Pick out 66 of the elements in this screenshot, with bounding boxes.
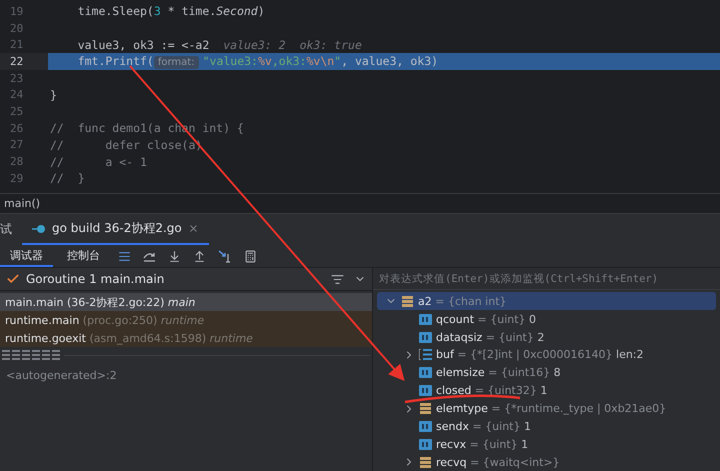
calculator-icon[interactable] [244, 250, 257, 262]
line-number: 27 [9, 137, 24, 154]
variable-text: closed = {uint32} 1 [436, 384, 548, 398]
line-number: 21 [9, 37, 24, 54]
line-number: 28 [9, 154, 24, 170]
code-text: } [49, 88, 57, 102]
variable-text: buf = {*[2]int | 0xc000016140} len:2 [436, 348, 644, 362]
field-icon [419, 367, 432, 378]
line-number: 25 [9, 104, 24, 120]
struct-icon [401, 296, 414, 307]
field-icon [419, 438, 432, 450]
menu-icon[interactable] [118, 250, 131, 262]
field-icon [419, 385, 432, 396]
code-text: time.Sleep(3 * time.Second) [76, 4, 265, 18]
variable-text: qcount = {uint} 0 [436, 312, 536, 326]
tool-window-title: 试 [0, 221, 13, 238]
debugger-tab[interactable]: 控制台 [57, 245, 110, 267]
stack-frame[interactable]: runtime.goexit (asm_amd64.s:1598) runtime [0, 329, 372, 347]
inline-value: value3: 2 [223, 38, 286, 52]
variable-text: dataqsiz = {uint} 2 [436, 330, 544, 344]
variable-text: a2 = {chan int} [418, 294, 507, 308]
line-number: 22 [0, 53, 48, 70]
stack-frame-text: <autogenerated>:2 [5, 368, 118, 384]
inline-value: ok3: true [300, 38, 362, 52]
breadcrumb[interactable]: main() [4, 197, 40, 210]
field-icon [419, 314, 432, 325]
variable-row[interactable]: closed = {uint32} 1 [373, 382, 720, 400]
variable-row[interactable]: buf = {*[2]int | 0xc000016140} len:2 [373, 346, 720, 364]
variable-row[interactable]: dataqsiz = {uint} 2 [373, 328, 720, 346]
filter-icon[interactable] [331, 272, 344, 286]
struct-icon [419, 456, 432, 468]
run-to-cursor-icon[interactable] [218, 250, 232, 262]
variable-text: elemtype = {*runtime._type | 0xb21ae0} [436, 402, 666, 416]
go-run-icon [32, 224, 46, 234]
variable-row[interactable]: a2 = {chan int} [377, 292, 716, 310]
close-icon[interactable] [188, 223, 199, 234]
field-icon [419, 332, 432, 343]
field-icon [419, 420, 432, 432]
variable-text: sendx = {uint} 1 [436, 420, 531, 433]
code-text: fmt.Printf( format: "value3:%v,ok3:%v\n", value3, ok3) [76, 54, 438, 68]
variable-text: recvx = {uint} 1 [436, 438, 528, 451]
variable-row[interactable]: recvq = {waitq<int>} [373, 453, 720, 471]
line-number: 19 [9, 4, 24, 20]
line-number: 26 [9, 120, 24, 136]
variable-row[interactable]: elemtype = {*runtime._type | 0xb21ae0} [373, 400, 720, 418]
stack-frame[interactable]: main.main (36-2协程2.go:22) main [0, 293, 372, 311]
line-number: 29 [9, 170, 24, 187]
line-number: 23 [9, 70, 24, 86]
step-into-icon[interactable] [168, 250, 181, 262]
check-icon [6, 272, 20, 286]
array-icon [419, 349, 432, 360]
line-number: 20 [9, 20, 24, 36]
code-text: // } [49, 171, 85, 186]
variable-text: elemsize = {uint16} 8 [436, 366, 561, 380]
struct-icon [419, 403, 432, 414]
variable-row[interactable]: elemsize = {uint16} 8 [373, 364, 720, 382]
step-out-icon[interactable] [193, 250, 206, 262]
variable-row[interactable]: qcount = {uint} 0 [373, 310, 720, 328]
code-text: value3, ok3 := <-a2 [76, 38, 210, 52]
line-number: 24 [9, 87, 24, 104]
collapsed-frames-icon[interactable] [2, 350, 60, 360]
stack-frame[interactable]: runtime.main (proc.go:250) runtime [0, 311, 372, 329]
variable-row[interactable]: sendx = {uint} 1 [373, 417, 720, 436]
code-text: // a <- 1 [49, 154, 147, 169]
variable-text: recvq = {waitq<int>} [436, 456, 560, 469]
variable-row[interactable]: recvx = {uint} 1 [373, 435, 720, 454]
